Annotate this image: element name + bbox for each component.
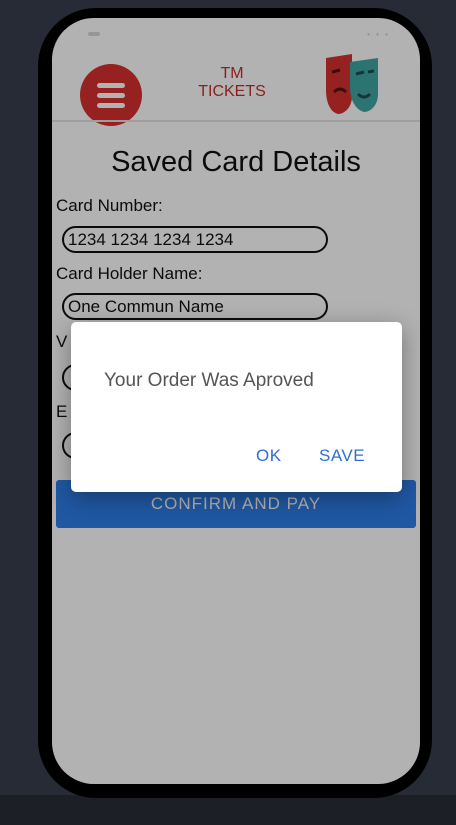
ok-button[interactable]: OK (256, 446, 282, 466)
dialog-message: Your Order Was Aproved (104, 370, 314, 391)
order-dialog: Your Order Was Aproved OK SAVE (71, 322, 402, 492)
save-button[interactable]: SAVE (319, 446, 365, 466)
bottom-bar (0, 795, 456, 825)
